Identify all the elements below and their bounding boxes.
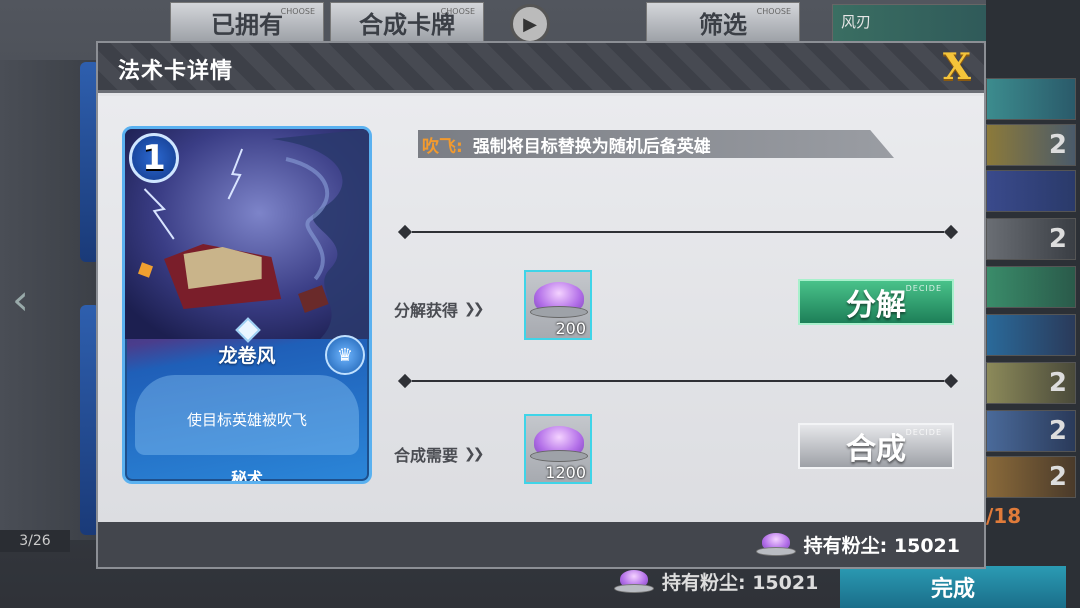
decompose-dust-reward: 200 [524, 270, 592, 340]
owned-dust-text: 持有粉尘: 15021 [803, 535, 960, 557]
spell-card-detail-dialog: 法术卡详情 X 1 龙卷风 ♛ 使目标英雄被吹飞 秘术 吹飞: 强制将目标替换为… [96, 41, 986, 569]
compose-amount: 1200 [545, 463, 586, 482]
close-icon[interactable]: X [940, 46, 974, 88]
finish-button-label: 完成 [930, 577, 975, 602]
deck-card-count: 2 [1048, 130, 1067, 160]
finish-button[interactable]: 完成 [840, 566, 1066, 608]
decompose-label: 分解获得 [394, 301, 459, 320]
double-chevron-icon: ❯❯ [464, 301, 485, 317]
deck-card-count: 2 [1048, 416, 1067, 446]
compose-button[interactable]: 合成 DECIDE [798, 423, 954, 469]
compose-button-label: 合成 [846, 432, 906, 467]
left-counter: 3/26 [0, 530, 70, 552]
background-dust: 持有粉尘: 15021 [614, 568, 818, 595]
deck-card-slot[interactable] [986, 170, 1076, 212]
dialog-title: 法术卡详情 [118, 59, 234, 84]
dust-icon [755, 532, 796, 557]
deck-progress: /18 [986, 504, 1022, 528]
deck-card-slot[interactable]: 2 [986, 362, 1076, 404]
tab-owned[interactable]: 已拥有 CHOOSE [170, 2, 324, 42]
compose-dust-cost: 1200 [524, 414, 592, 484]
tab-compose-cards[interactable]: 合成卡牌 CHOOSE [330, 2, 484, 42]
card-kind: 秘术 [230, 469, 263, 484]
card-type-icon: ♛ [325, 335, 365, 375]
decompose-row-label: 分解获得 ❯❯ [394, 297, 485, 321]
deck-card-slot[interactable]: 2 [986, 124, 1076, 166]
effect-keyword: 吹飞: [422, 136, 463, 157]
deck-card-slot[interactable] [986, 78, 1076, 120]
decide-hint: DECIDE [905, 284, 942, 293]
decompose-amount: 200 [555, 319, 586, 338]
prev-arrow-icon[interactable]: ‹ [12, 275, 62, 325]
effect-text: 强制将目标替换为随机后备英雄 [472, 136, 711, 157]
deck-card-slot[interactable]: 2 [986, 456, 1076, 498]
double-chevron-icon: ❯❯ [464, 446, 485, 462]
divider [397, 373, 959, 389]
deck-card-count: 2 [1048, 462, 1067, 492]
dust-icon [614, 569, 654, 594]
selected-card-name: 风刃 [841, 13, 872, 31]
deck-card-slot[interactable] [986, 266, 1076, 308]
decide-hint: DECIDE [905, 428, 942, 437]
deck-card-count: 2 [1048, 224, 1067, 254]
compose-label: 合成需要 [394, 446, 459, 465]
tab-owned-label: 已拥有 [211, 10, 283, 39]
tab-choose-hint: CHOOSE [280, 7, 315, 16]
dialog-footer: 持有粉尘: 15021 [98, 522, 984, 567]
tab-choose-hint: CHOOSE [756, 7, 791, 16]
decompose-button-label: 分解 [846, 288, 906, 323]
cost-badge: 1 [129, 133, 179, 183]
owned-dust: 持有粉尘: 15021 [755, 531, 960, 558]
divider [397, 224, 959, 240]
dialog-header: 法术卡详情 X [98, 43, 984, 93]
deck-card-slot[interactable]: 2 [986, 218, 1076, 260]
decompose-button[interactable]: 分解 DECIDE [798, 279, 954, 325]
effect-banner: 吹飞: 强制将目标替换为随机后备英雄 [418, 130, 894, 158]
deck-card-slot[interactable] [986, 314, 1076, 356]
tab-filter[interactable]: 筛选 CHOOSE [646, 2, 800, 42]
deck-card-slot[interactable]: 2 [986, 410, 1076, 452]
card-description: 使目标英雄被吹飞 [186, 411, 307, 429]
tab-choose-hint: CHOOSE [440, 7, 475, 16]
play-icon[interactable]: ▶ [510, 4, 550, 44]
spell-card: 1 龙卷风 ♛ 使目标英雄被吹飞 秘术 [122, 126, 372, 484]
compose-row-label: 合成需要 ❯❯ [394, 442, 485, 466]
background-dust-text: 持有粉尘: 15021 [662, 572, 819, 594]
tab-filter-label: 筛选 [699, 10, 747, 39]
deck-card-count: 2 [1048, 368, 1067, 398]
